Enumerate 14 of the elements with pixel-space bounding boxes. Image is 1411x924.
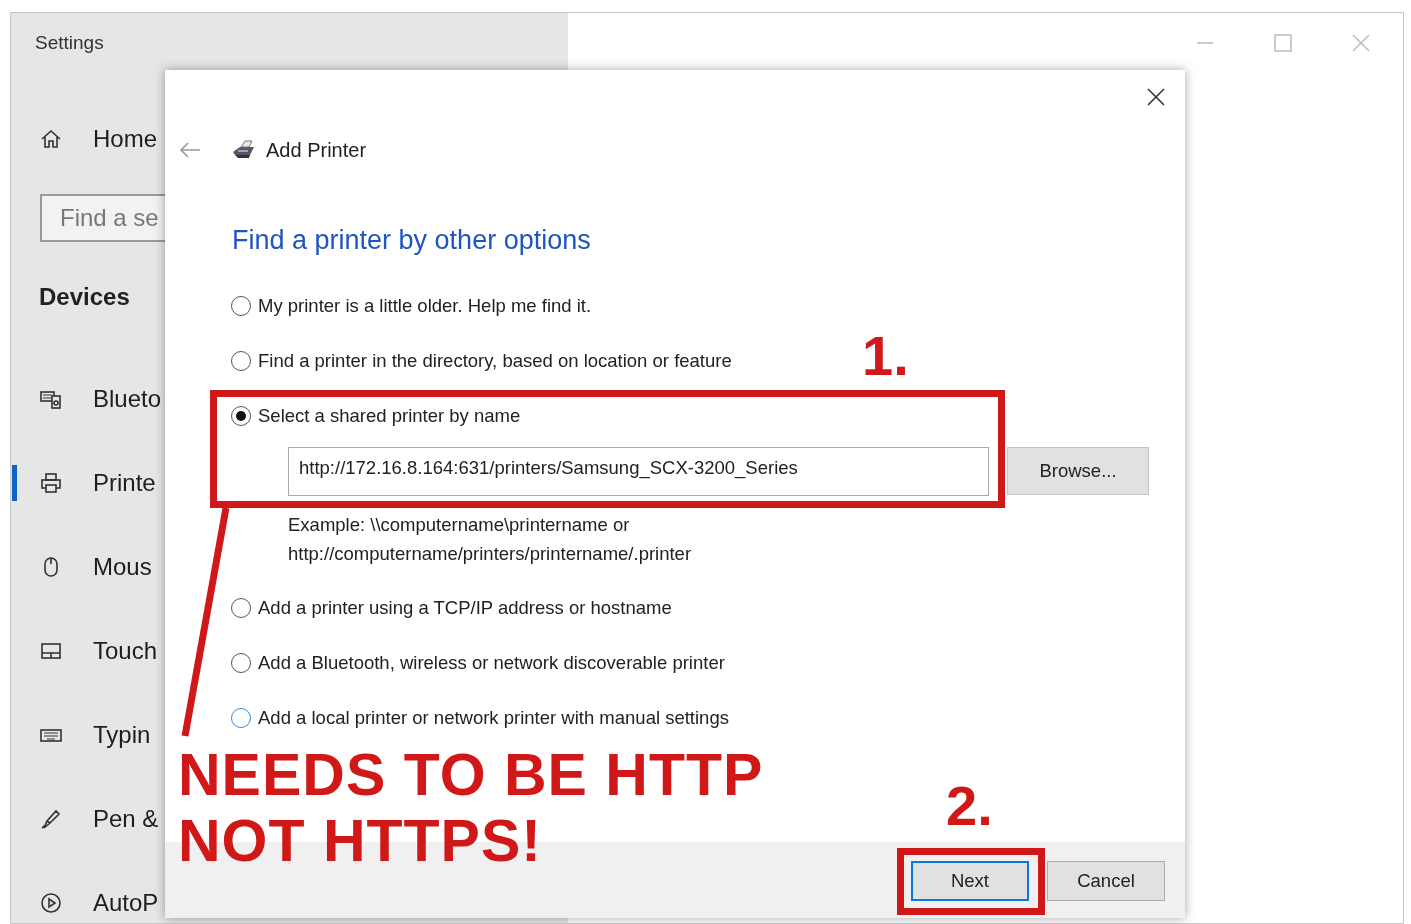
option-label: Add a Bluetooth, wireless or network discoverable printer	[258, 652, 725, 674]
dialog-title: Add Printer	[266, 138, 367, 162]
option-label: Select a shared printer by name	[258, 405, 521, 427]
option-label: Add a local printer or network printer with manual settings	[258, 707, 729, 729]
section-heading: Devices	[39, 282, 130, 312]
step-number: 2.	[946, 778, 993, 834]
step-number: 1.	[862, 328, 909, 384]
option-label: My printer is a little older. Help me find it.	[258, 295, 592, 317]
option-label: Find a printer in the directory, based on location or feature	[258, 350, 732, 372]
example-text: Example: \\computername\printername or http://computername/printers/printername/.printer	[288, 513, 693, 566]
window-title: Settings	[34, 31, 105, 55]
option-label: Add a printer using a TCP/IP address or hostname	[258, 597, 672, 619]
dialog-heading: Find a printer by other options	[232, 224, 592, 257]
annotation-note: NEEDS TO BE HTTP NOT HTTPS!	[178, 742, 764, 874]
